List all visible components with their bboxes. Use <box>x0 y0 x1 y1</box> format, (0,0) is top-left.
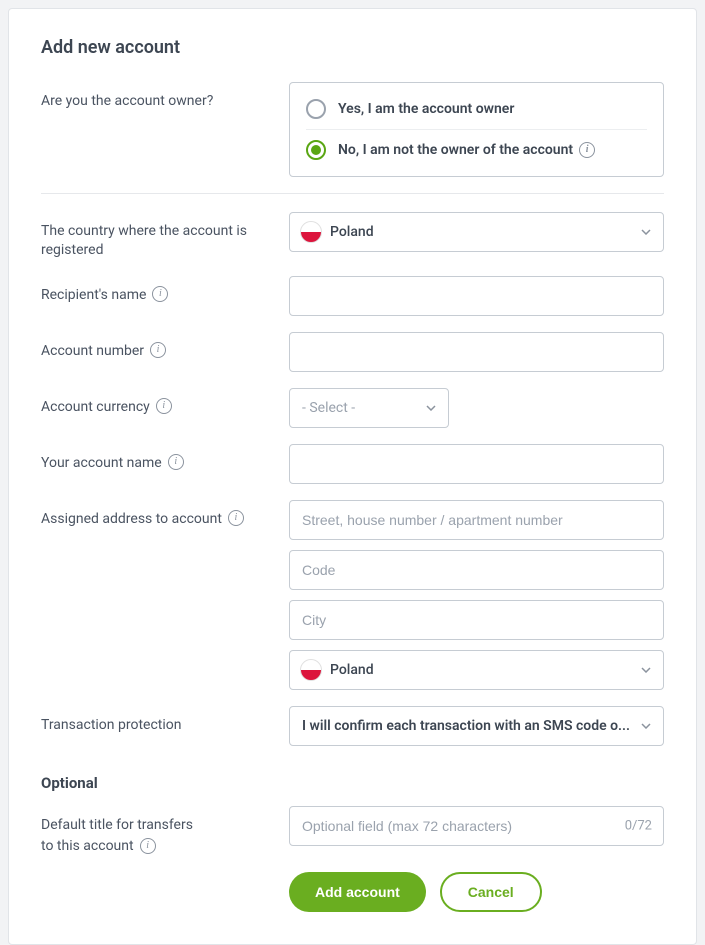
info-icon[interactable] <box>140 838 156 854</box>
label-currency: Account currency <box>41 388 289 417</box>
row-address: Assigned address to account Poland <box>41 500 664 690</box>
row-protection: Transaction protection I will confirm ea… <box>41 706 664 746</box>
radio-icon-yes <box>306 99 326 119</box>
country-select[interactable]: Poland <box>289 212 664 252</box>
row-owner: Are you the account owner? Yes, I am the… <box>41 82 664 177</box>
optional-heading: Optional <box>41 774 664 792</box>
page-title: Add new account <box>41 37 664 58</box>
info-icon[interactable] <box>152 286 168 302</box>
flag-poland-icon <box>300 221 322 243</box>
row-country: The country where the account is registe… <box>41 212 664 260</box>
cancel-button[interactable]: Cancel <box>440 872 542 912</box>
address-city-input[interactable] <box>289 600 664 640</box>
label-account-number: Account number <box>41 332 289 361</box>
info-icon[interactable] <box>228 510 244 526</box>
label-address: Assigned address to account <box>41 500 289 529</box>
address-code-input[interactable] <box>289 550 664 590</box>
info-icon[interactable] <box>579 142 595 158</box>
account-number-input[interactable] <box>289 332 664 372</box>
radio-icon-no <box>306 140 326 160</box>
your-account-name-input[interactable] <box>289 444 664 484</box>
label-owner: Are you the account owner? <box>41 82 289 111</box>
recipient-name-input[interactable] <box>289 276 664 316</box>
label-protection: Transaction protection <box>41 706 289 735</box>
row-your-name: Your account name <box>41 444 664 484</box>
flag-poland-icon <box>300 659 322 681</box>
default-title-input[interactable] <box>289 806 664 846</box>
row-currency: Account currency - Select - <box>41 388 664 428</box>
add-account-button[interactable]: Add account <box>289 872 426 912</box>
label-recipient: Recipient's name <box>41 276 289 305</box>
address-country-select[interactable]: Poland <box>289 650 664 690</box>
info-icon[interactable] <box>156 398 172 414</box>
divider <box>41 193 664 194</box>
protection-select[interactable]: I will confirm each transaction with an … <box>289 706 664 746</box>
address-street-input[interactable] <box>289 500 664 540</box>
info-icon[interactable] <box>168 454 184 470</box>
row-account-number: Account number <box>41 332 664 372</box>
add-account-card: Add new account Are you the account owne… <box>8 8 697 945</box>
label-your-name: Your account name <box>41 444 289 473</box>
owner-option-yes[interactable]: Yes, I am the account owner <box>306 89 647 129</box>
info-icon[interactable] <box>150 342 166 358</box>
owner-radio-group: Yes, I am the account owner No, I am not… <box>289 82 664 177</box>
label-country: The country where the account is registe… <box>41 212 289 260</box>
label-default-title: Default title for transfers to this acco… <box>41 806 289 856</box>
actions: Add account Cancel <box>289 872 664 912</box>
row-recipient: Recipient's name <box>41 276 664 316</box>
owner-option-no[interactable]: No, I am not the owner of the account <box>306 129 647 170</box>
currency-select[interactable]: - Select - <box>289 388 449 428</box>
row-default-title: Default title for transfers to this acco… <box>41 806 664 856</box>
